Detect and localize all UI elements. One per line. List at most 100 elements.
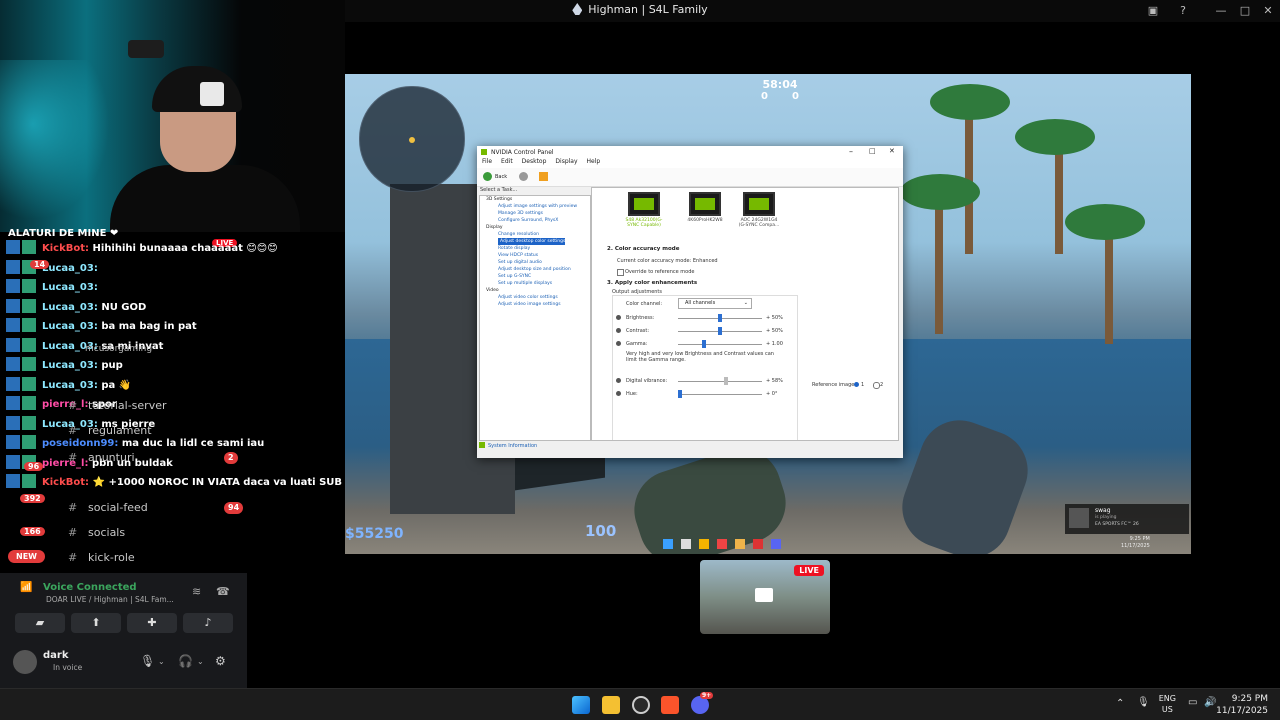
minimize-button[interactable]: —	[1213, 3, 1229, 19]
reference-radio-2[interactable]	[873, 382, 880, 389]
stream-icon[interactable]: ▣	[1145, 3, 1161, 19]
tree-item[interactable]: Adjust video image settings	[480, 301, 590, 308]
tree-item[interactable]: Change resolution	[480, 231, 590, 238]
tree-category[interactable]: 3D Settings	[480, 196, 590, 203]
nvidia-toolbar: Back	[477, 168, 903, 187]
menu-display[interactable]: Display	[555, 158, 577, 165]
volume-icon[interactable]: 🔊	[1204, 697, 1216, 708]
slider-thumb[interactable]	[678, 390, 682, 398]
tree-item[interactable]: Set up digital audio	[480, 259, 590, 266]
system-clock[interactable]: 9:25 PM 11/17/2025	[1216, 693, 1268, 717]
menu-edit[interactable]: Edit	[501, 158, 513, 165]
color-channel-select[interactable]: All channels ⌄	[678, 298, 752, 309]
brave-browser-icon[interactable]	[661, 696, 679, 714]
tree-item[interactable]: Adjust video color settings	[480, 294, 590, 301]
voice-channel[interactable]: DOAR LIVE / Highman | S4L Fam...	[46, 595, 174, 604]
chat-message: Lucaa_03: pup	[6, 357, 123, 376]
monitor-1[interactable]: S48 Ak32100(G-SYNC Capable)	[622, 192, 666, 228]
tree-item[interactable]: Configure Surround, PhysX	[480, 217, 590, 224]
channel-item[interactable]: # regulament	[68, 421, 152, 441]
chevron-down-icon[interactable]: ⌄	[158, 657, 165, 666]
channel-item[interactable]: # anunturi	[68, 448, 135, 468]
microphone-tray-icon[interactable]: 🎙	[1137, 697, 1150, 708]
chat-badge-icon	[22, 415, 36, 430]
back-button[interactable]: Back	[495, 174, 507, 180]
tree-item[interactable]: Set up multiple displays	[480, 280, 590, 287]
chat-username: Lucaa_03:	[42, 301, 98, 313]
close-button[interactable]: ✕	[889, 147, 895, 155]
tree-category[interactable]: Video	[480, 287, 590, 294]
menu-help[interactable]: Help	[587, 158, 601, 165]
start-button-icon[interactable]	[572, 696, 590, 714]
channel-item[interactable]: # kick-role	[68, 548, 135, 568]
activities-button[interactable]: ✚	[127, 613, 177, 633]
slider-track[interactable]	[678, 344, 762, 345]
chat-badge-icon	[22, 435, 36, 449]
stream-preview[interactable]: LIVE	[700, 560, 830, 634]
tree-item[interactable]: View HDCP status	[480, 252, 590, 259]
tree-item[interactable]: Manage 3D settings	[480, 210, 590, 217]
chat-username: Lucaa_03:	[42, 360, 98, 371]
tree-item[interactable]: Rotate display	[480, 245, 590, 252]
slider-thumb[interactable]	[718, 314, 722, 322]
show-hidden-icons[interactable]: ⌃	[1116, 698, 1124, 709]
microphone-icon[interactable]: 🎙	[140, 654, 155, 668]
monitor-3[interactable]: AOC 24G2W1G4 (G-SYNC Compa...	[737, 192, 781, 228]
tree-item[interactable]: Set up G-SYNC	[480, 273, 590, 280]
reference-radio-1[interactable]	[854, 382, 859, 387]
language-indicator[interactable]: ENG US	[1159, 693, 1176, 715]
noise-suppression-icon[interactable]: ≋	[192, 585, 201, 598]
chat-text: pa 👋	[101, 379, 132, 391]
close-button[interactable]: ✕	[1260, 3, 1276, 19]
override-checkbox[interactable]	[617, 269, 624, 276]
app-logo-icon	[572, 3, 583, 15]
hash-icon: #	[68, 451, 78, 464]
slider-thumb[interactable]	[718, 327, 722, 335]
home-icon[interactable]	[539, 172, 548, 181]
health-counter: 100	[585, 522, 617, 540]
avatar[interactable]	[13, 650, 37, 674]
channel-item[interactable]: # tutorial-server	[68, 396, 167, 416]
overlay-username: mcusorgaming	[85, 344, 153, 354]
camera-off-button[interactable]: ▰	[15, 613, 65, 633]
slider-setting-icon	[616, 378, 621, 383]
chevron-down-icon[interactable]: ⌄	[197, 657, 204, 666]
share-screen-button[interactable]: ⬆	[71, 613, 121, 633]
hash-icon: #	[68, 551, 78, 564]
tree-item[interactable]: Adjust image settings with preview	[480, 203, 590, 210]
channel-item[interactable]: # socials	[68, 523, 125, 543]
soundboard-button[interactable]: ♪	[183, 613, 233, 633]
settings-gear-icon[interactable]: ⚙	[215, 654, 226, 668]
maximize-button[interactable]: □	[869, 147, 876, 155]
menu-file[interactable]: File	[482, 158, 492, 165]
back-arrow-icon[interactable]	[483, 172, 492, 181]
forward-arrow-icon[interactable]	[519, 172, 528, 181]
chat-text: Hihihihi bunaaaa chaaaaat 😊😊😊	[92, 243, 278, 254]
slider-value: + 50%	[766, 328, 783, 334]
chat-badge-icon	[6, 435, 20, 449]
slider-value: + 0°	[766, 391, 778, 397]
file-explorer-icon[interactable]	[602, 696, 620, 714]
slider-thumb[interactable]	[724, 377, 729, 385]
slider-thumb[interactable]	[702, 340, 706, 348]
slider-label: Gamma:	[626, 341, 648, 347]
tree-item[interactable]: Adjust desktop size and position	[480, 266, 590, 273]
tree-item[interactable]: Adjust desktop color settings	[480, 238, 590, 245]
system-information-link[interactable]: System Information	[479, 442, 903, 454]
tree-category[interactable]: Display	[480, 224, 590, 231]
channel-item[interactable]: # social-feed	[68, 498, 148, 518]
maximize-button[interactable]: □	[1237, 3, 1253, 19]
tray-notification[interactable]: swag is playing EA SPORTS FC™ 26	[1065, 504, 1189, 534]
menu-desktop[interactable]: Desktop	[522, 158, 547, 165]
server-badge: 96	[24, 454, 44, 473]
disconnect-icon[interactable]: ☎	[216, 585, 230, 598]
slider-track[interactable]	[678, 394, 762, 395]
slider-setting-icon	[616, 391, 621, 396]
display-icon[interactable]: ▭	[1188, 697, 1197, 708]
obs-icon[interactable]	[632, 696, 650, 714]
slider-track[interactable]	[678, 381, 762, 382]
minimize-button[interactable]: –	[849, 147, 853, 156]
headphones-icon[interactable]: 🎧	[178, 654, 193, 668]
help-icon[interactable]: ?	[1175, 3, 1191, 19]
monitor-2[interactable]: 4K60ProHK2W8	[683, 192, 727, 223]
